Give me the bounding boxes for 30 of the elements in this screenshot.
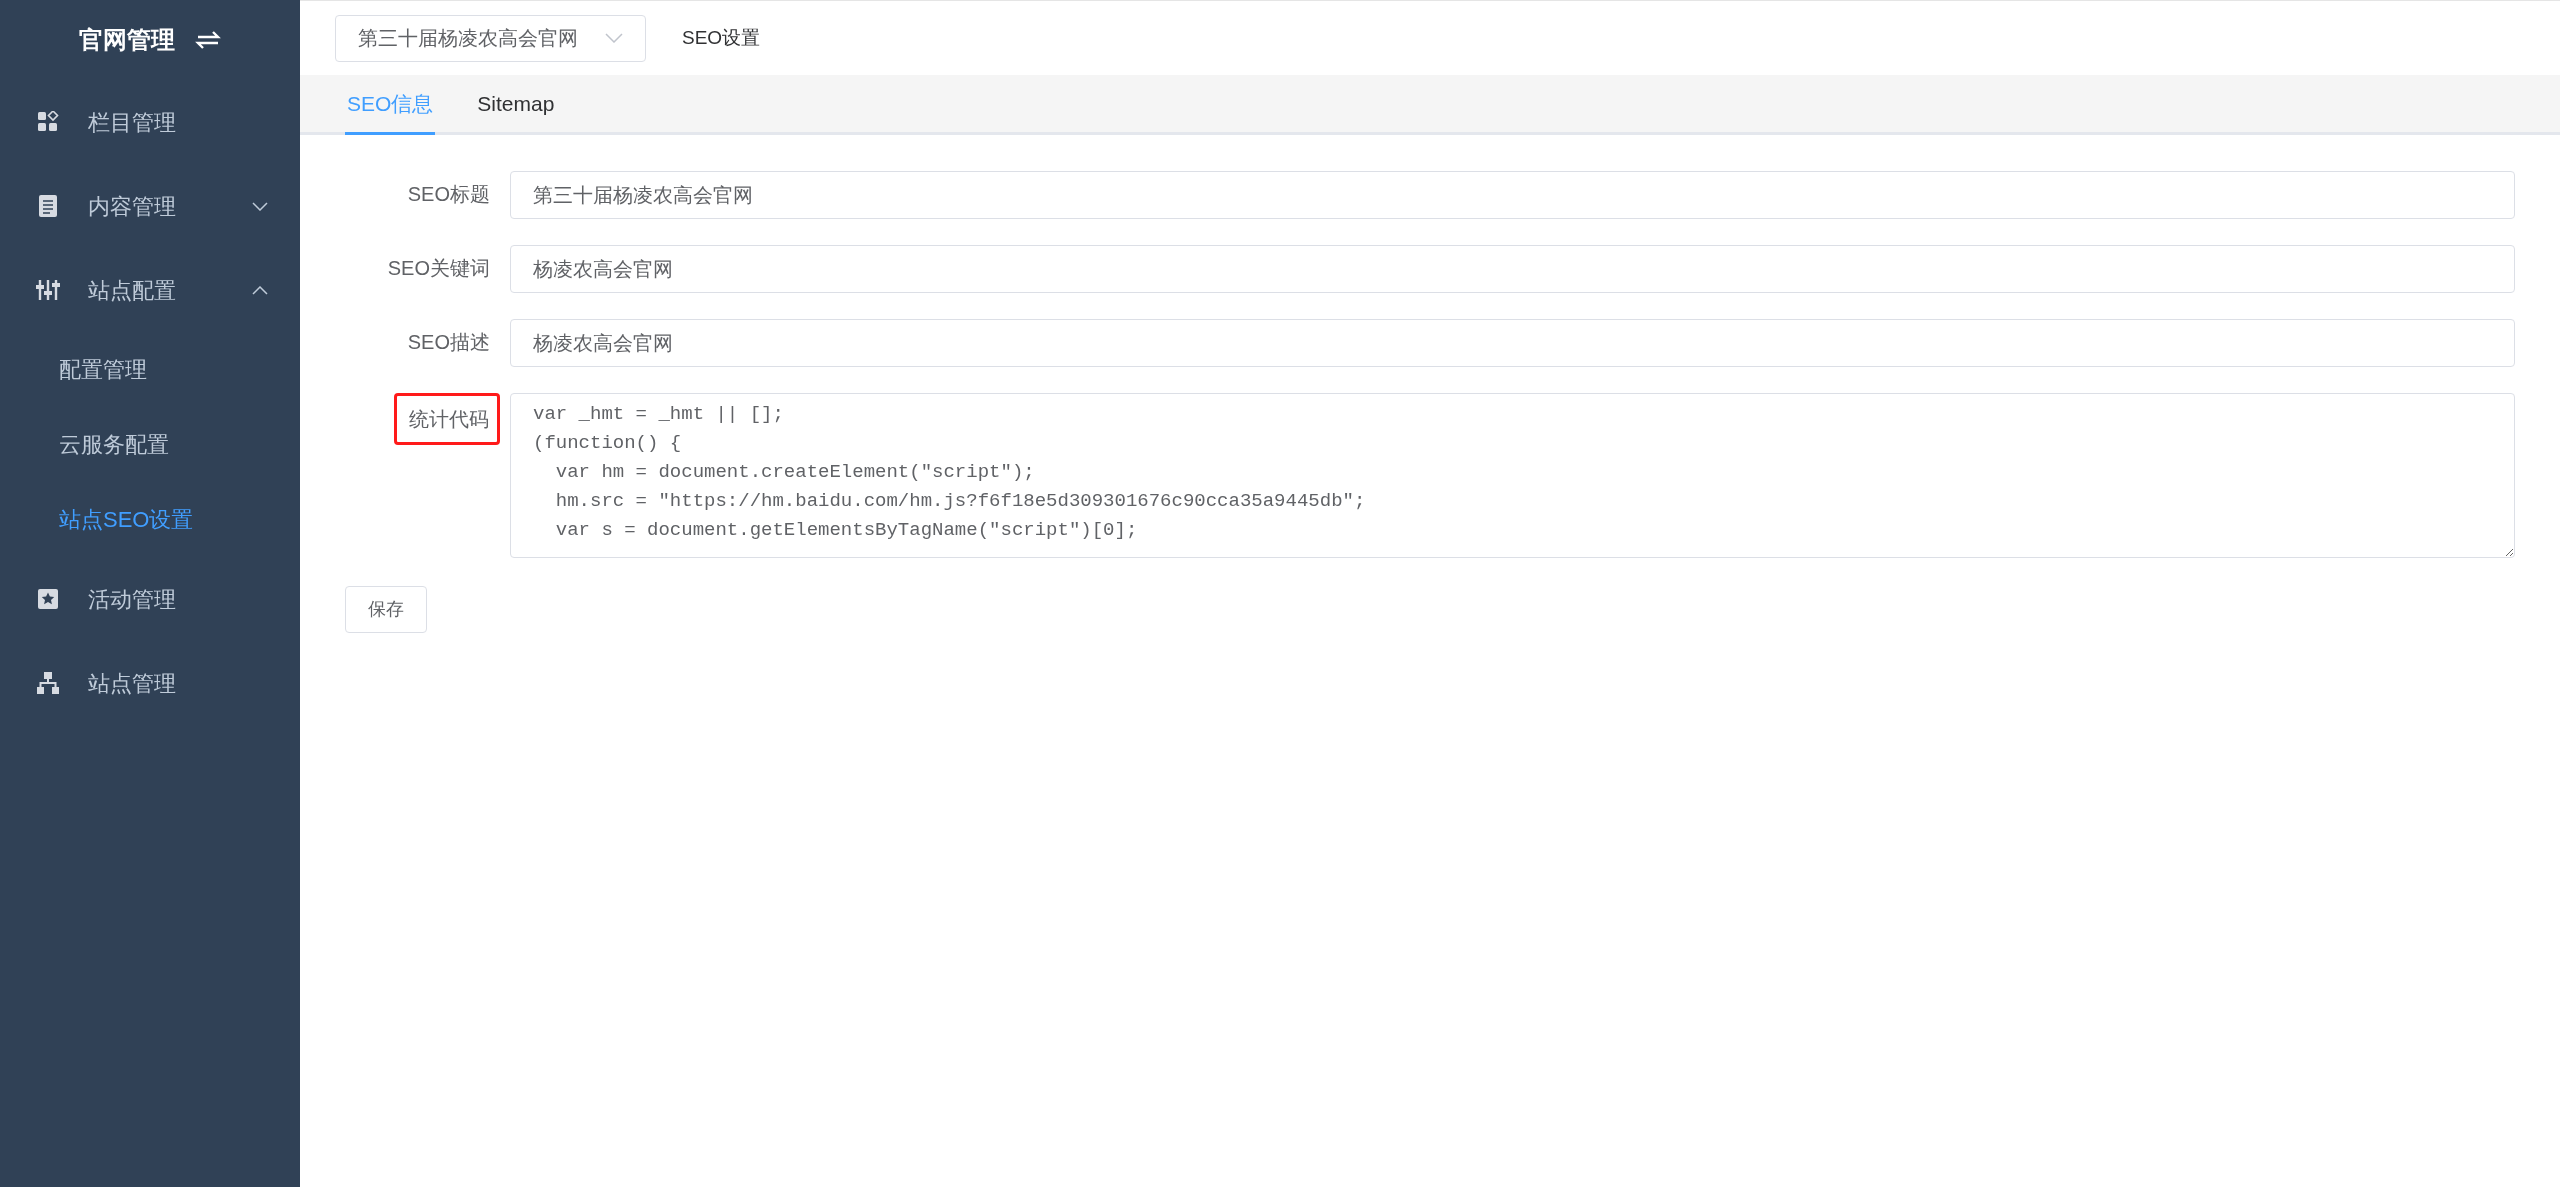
text-field[interactable]: 第三十届杨凌农高会官网 xyxy=(510,171,2515,219)
menu-item[interactable]: 站点配置 xyxy=(0,248,300,332)
tab[interactable]: Sitemap xyxy=(475,75,557,135)
chevron-up-icon xyxy=(252,285,268,295)
chevron-down-icon xyxy=(605,33,623,43)
menu-item[interactable]: 栏目管理 xyxy=(0,80,300,164)
submenu-item[interactable]: 站点SEO设置 xyxy=(0,482,300,557)
document-icon xyxy=(38,194,58,218)
swap-icon xyxy=(195,29,221,51)
field-label: SEO关键词 xyxy=(387,256,491,281)
text-field[interactable]: 杨凌农高会官网 xyxy=(510,319,2515,367)
chevron-down-icon xyxy=(252,201,268,211)
site-select[interactable]: 第三十届杨凌农高会官网 xyxy=(335,14,646,62)
sitemap-icon xyxy=(36,671,60,695)
grid-icon xyxy=(37,111,59,133)
save-button[interactable]: 保存 xyxy=(345,586,427,633)
field-label: 统计代码 xyxy=(394,393,500,445)
star-square-icon xyxy=(37,588,59,610)
submenu-item[interactable]: 云服务配置 xyxy=(0,407,300,482)
sliders-icon xyxy=(36,279,60,301)
menu-item[interactable]: 内容管理 xyxy=(0,164,300,248)
submenu-item[interactable]: 配置管理 xyxy=(0,332,300,407)
field-label: SEO标题 xyxy=(407,182,491,207)
menu-item[interactable]: 活动管理 xyxy=(0,557,300,641)
code-textarea[interactable]: var _hmt = _hmt || []; (function() { var hm = document.createElement("script"); hm.src = "https://hm.baidu.com/hm.js?f6f18e5d309301676c90cca35a9445db"; var s = document.getElementsByTagName("script")[0]; xyxy=(510,393,2515,558)
field-label: SEO描述 xyxy=(407,330,491,355)
text-field[interactable]: 杨凌农高会官网 xyxy=(510,245,2515,293)
app-title: 官网管理 xyxy=(79,25,175,55)
breadcrumb: SEO设置 xyxy=(682,25,761,50)
menu-item[interactable]: 站点管理 xyxy=(0,641,300,725)
